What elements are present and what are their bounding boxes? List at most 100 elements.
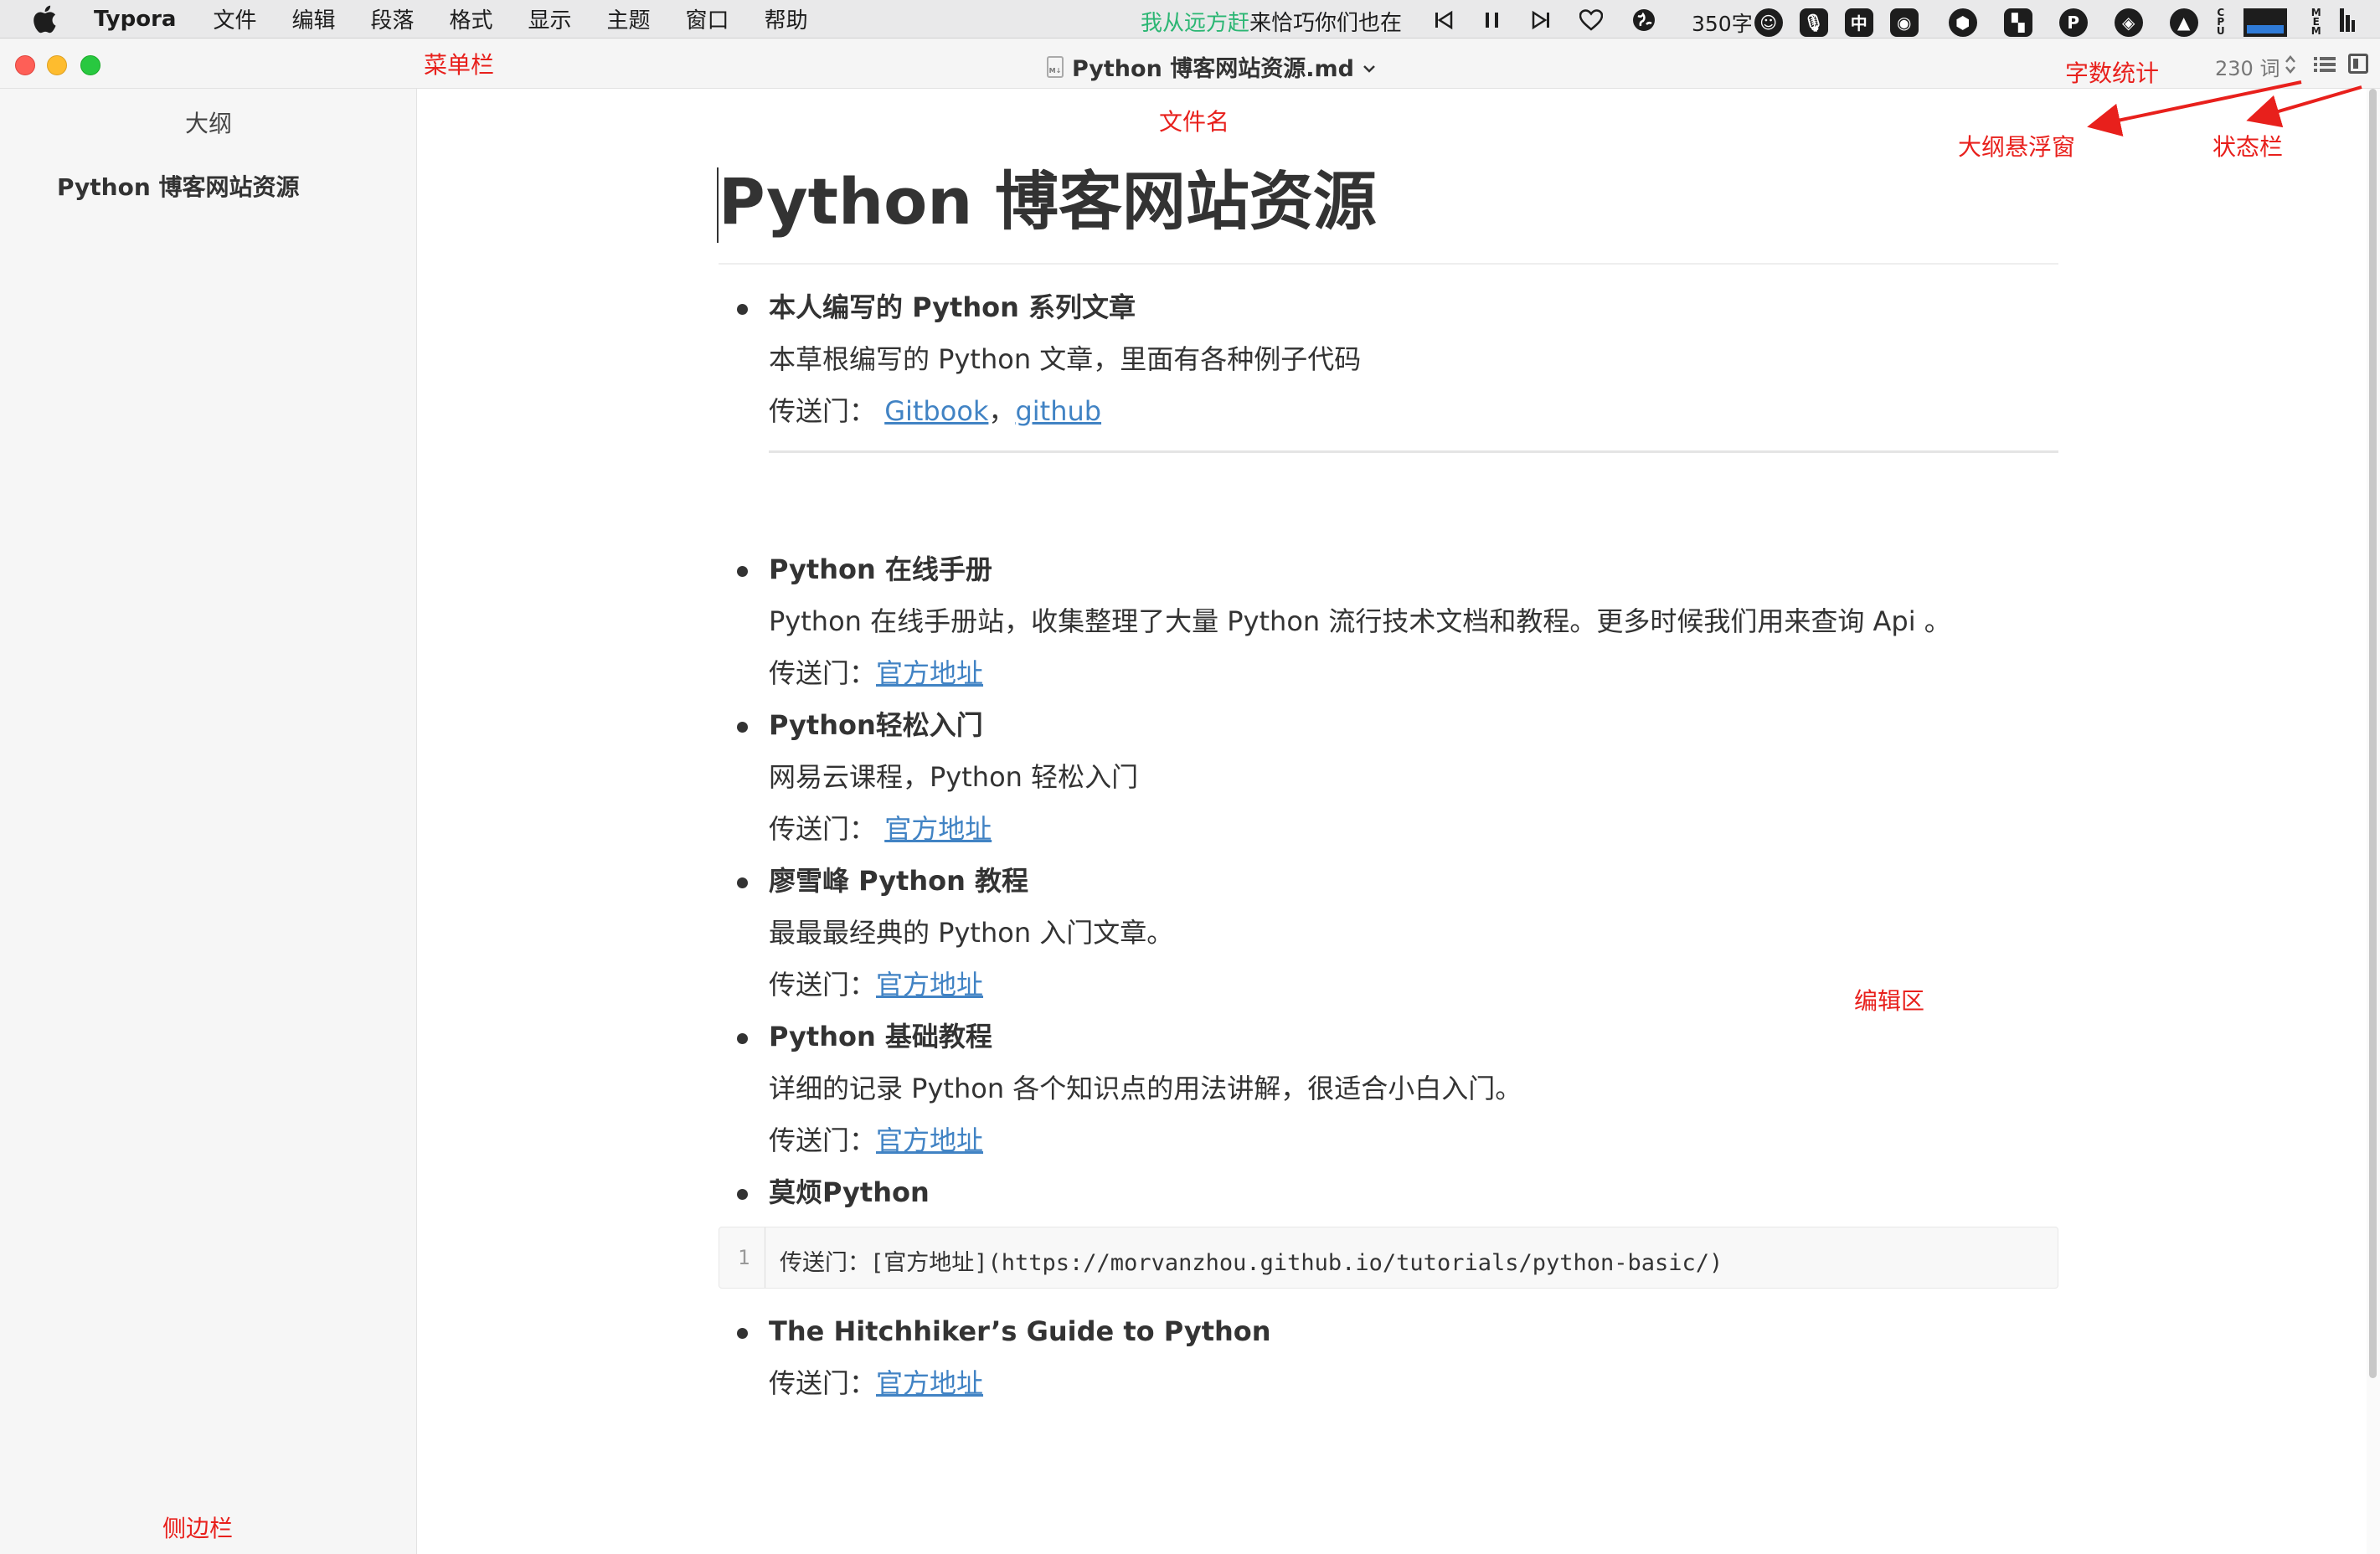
cpu-graph-icon[interactable] bbox=[2243, 8, 2287, 37]
p-app-icon[interactable]: P bbox=[2058, 8, 2088, 37]
official-site-link[interactable]: 官方地址 bbox=[876, 1367, 983, 1399]
menu-theme[interactable]: 主题 bbox=[607, 3, 651, 34]
next-track-icon[interactable] bbox=[1531, 10, 1551, 36]
window-titlebar: M↓ Python 博客网站资源.md 230 词 bbox=[0, 39, 2380, 89]
list-item[interactable]: 莫烦Python 1 传送门：[官方地址](https://morvanzhou… bbox=[719, 1166, 2058, 1289]
link-prefix: 传送门： bbox=[769, 395, 885, 427]
list-item[interactable]: Python 基础教程 详细的记录 Python 各个知识点的用法讲解，很适合小… bbox=[719, 1011, 2058, 1166]
apple-icon[interactable] bbox=[32, 5, 65, 33]
outline-list-icon[interactable] bbox=[2313, 55, 2336, 77]
input-method-icon[interactable]: 中 bbox=[1844, 8, 1873, 37]
item-description[interactable]: Python 在线手册站，收集整理了大量 Python 流行技术文档和教程。更多… bbox=[769, 595, 2058, 647]
menu-window[interactable]: 窗口 bbox=[686, 3, 729, 34]
item-links[interactable]: 传送门：官方地址 bbox=[769, 647, 2058, 699]
system-tray: 350字 ☺ 🎙 中 ◉ ⬢ ▚ P ◈ ▲ CPU MEM bbox=[1692, 5, 2356, 39]
official-site-link[interactable]: 官方地址 bbox=[884, 813, 992, 845]
link-prefix: 传送门： bbox=[769, 813, 885, 845]
item-title[interactable]: 莫烦Python bbox=[769, 1166, 2058, 1218]
menu-edit[interactable]: 编辑 bbox=[291, 3, 335, 34]
item-title[interactable]: Python轻松入门 bbox=[769, 699, 2058, 751]
item-links[interactable]: 传送门：官方地址 bbox=[769, 1357, 2058, 1409]
word-count[interactable]: 230 词 bbox=[2215, 52, 2296, 81]
official-site-link[interactable]: 官方地址 bbox=[876, 657, 983, 689]
box-app-icon[interactable]: ◈ bbox=[2114, 8, 2143, 37]
link-prefix: 传送门： bbox=[769, 657, 877, 689]
lyric-highlight: 我从远方赶 bbox=[1141, 11, 1250, 36]
github-link[interactable]: github bbox=[1015, 395, 1101, 427]
chevron-down-icon bbox=[1363, 54, 1376, 80]
bullet-icon bbox=[737, 1189, 748, 1200]
zoom-window-button[interactable] bbox=[80, 55, 100, 75]
item-links[interactable]: 传送门：官方地址 bbox=[769, 1114, 2058, 1166]
annotation-status-bar: 状态栏 bbox=[2213, 133, 2284, 161]
code-line-number: 1 bbox=[738, 1246, 750, 1269]
mem-label-icon: MEM bbox=[2310, 7, 2321, 37]
list-item[interactable]: Python 在线手册 Python 在线手册站，收集整理了大量 Python … bbox=[719, 543, 2058, 699]
word-count-text: 230 词 bbox=[2215, 57, 2280, 80]
document-title[interactable]: Python 博客网站资源 bbox=[719, 151, 2058, 265]
annotation-filename: 文件名 bbox=[1159, 108, 1230, 136]
item-title[interactable]: 本人编写的 Python 系列文章 bbox=[769, 281, 2058, 333]
menu-view[interactable]: 显示 bbox=[528, 3, 572, 34]
annotation-sidebar: 侧边栏 bbox=[162, 1515, 234, 1542]
official-site-link[interactable]: 官方地址 bbox=[876, 1124, 983, 1156]
item-description[interactable]: 最最最经典的 Python 入门文章。 bbox=[769, 907, 2058, 959]
annotation-outline-popup: 大纲悬浮窗 bbox=[1958, 133, 2076, 161]
grid-app-icon[interactable]: ▚ bbox=[2003, 8, 2032, 37]
link-prefix: 传送门： bbox=[769, 1367, 877, 1399]
code-block[interactable]: 1 传送门：[官方地址](https://morvanzhou.github.i… bbox=[719, 1227, 2058, 1289]
editor-scrollbar[interactable] bbox=[2367, 89, 2380, 1554]
document: Python 博客网站资源 本人编写的 Python 系列文章 本草根编写的 P… bbox=[719, 151, 2058, 1409]
hexagon-icon[interactable]: ⬢ bbox=[1948, 8, 1977, 37]
item-title[interactable]: 廖雪峰 Python 教程 bbox=[769, 855, 2058, 907]
gitbook-link[interactable]: Gitbook bbox=[884, 395, 988, 427]
item-description[interactable]: 网易云课程，Python 轻松入门 bbox=[769, 751, 2058, 803]
official-site-link[interactable]: 官方地址 bbox=[876, 969, 983, 1001]
close-window-button[interactable] bbox=[15, 55, 35, 75]
media-controls bbox=[1434, 8, 1656, 39]
bullet-icon bbox=[737, 1033, 748, 1044]
item-title[interactable]: The Hitchhiker’s Guide to Python bbox=[769, 1305, 2058, 1357]
item-links[interactable]: 传送门： 官方地址 bbox=[769, 803, 2058, 855]
globe-icon[interactable] bbox=[1631, 8, 1656, 39]
markdown-file-icon: M↓ bbox=[1047, 55, 1064, 78]
menu-paragraph[interactable]: 段落 bbox=[370, 3, 414, 34]
item-description[interactable]: 本草根编写的 Python 文章，里面有各种例子代码 bbox=[769, 333, 2058, 385]
link-separator: ， bbox=[988, 395, 1016, 427]
sidebar-title[interactable]: 大纲 bbox=[0, 105, 417, 139]
cpu-label-icon: CPU bbox=[2216, 7, 2225, 37]
pause-icon[interactable] bbox=[1482, 10, 1502, 36]
menu-app-typora[interactable]: Typora bbox=[94, 7, 176, 32]
minimize-window-button[interactable] bbox=[47, 55, 67, 75]
bullet-icon bbox=[737, 304, 748, 315]
memory-bars-icon[interactable] bbox=[2339, 5, 2356, 39]
bullet-icon bbox=[737, 1328, 748, 1339]
mountain-app-icon[interactable]: ▲ bbox=[2169, 8, 2198, 37]
menu-file[interactable]: 文件 bbox=[213, 3, 256, 34]
sidebar-toggle-icon[interactable] bbox=[2348, 54, 2368, 74]
previous-track-icon[interactable] bbox=[1434, 10, 1454, 36]
menu-format[interactable]: 格式 bbox=[450, 3, 493, 34]
annotation-word-count: 字数统计 bbox=[2065, 59, 2160, 87]
filename-title[interactable]: M↓ Python 博客网站资源.md bbox=[1047, 50, 1376, 83]
char-count-text[interactable]: 350字 bbox=[1692, 8, 1753, 38]
cat-icon[interactable]: ◉ bbox=[1889, 8, 1919, 37]
microphone-icon[interactable]: 🎙 bbox=[1799, 8, 1828, 37]
code-line[interactable]: 传送门：[官方地址](https://morvanzhou.github.io/… bbox=[780, 1244, 1723, 1277]
list-item[interactable]: The Hitchhiker’s Guide to Python 传送门：官方地… bbox=[719, 1305, 2058, 1409]
item-links[interactable]: 传送门： Gitbook，github bbox=[769, 385, 2058, 437]
music-lyric[interactable]: 我从远方赶来恰巧你们也在 bbox=[1141, 6, 1402, 37]
scrollbar-thumb[interactable] bbox=[2369, 89, 2377, 1378]
menu-help[interactable]: 帮助 bbox=[765, 3, 808, 34]
emoji-icon[interactable]: ☺ bbox=[1754, 8, 1783, 37]
item-title[interactable]: Python 基础教程 bbox=[769, 1011, 2058, 1063]
bullet-icon bbox=[737, 566, 748, 577]
item-description[interactable]: 详细的记录 Python 各个知识点的用法讲解，很适合小白入门。 bbox=[769, 1063, 2058, 1114]
outline-item[interactable]: Python 博客网站资源 bbox=[57, 169, 300, 203]
bullet-icon bbox=[737, 722, 748, 733]
heart-icon[interactable] bbox=[1579, 9, 1604, 37]
list-item[interactable]: Python轻松入门 网易云课程，Python 轻松入门 传送门： 官方地址 bbox=[719, 699, 2058, 855]
item-title[interactable]: Python 在线手册 bbox=[769, 543, 2058, 595]
list-item[interactable]: 本人编写的 Python 系列文章 本草根编写的 Python 文章，里面有各种… bbox=[719, 281, 2058, 543]
resource-list: 本人编写的 Python 系列文章 本草根编写的 Python 文章，里面有各种… bbox=[719, 281, 2058, 1409]
